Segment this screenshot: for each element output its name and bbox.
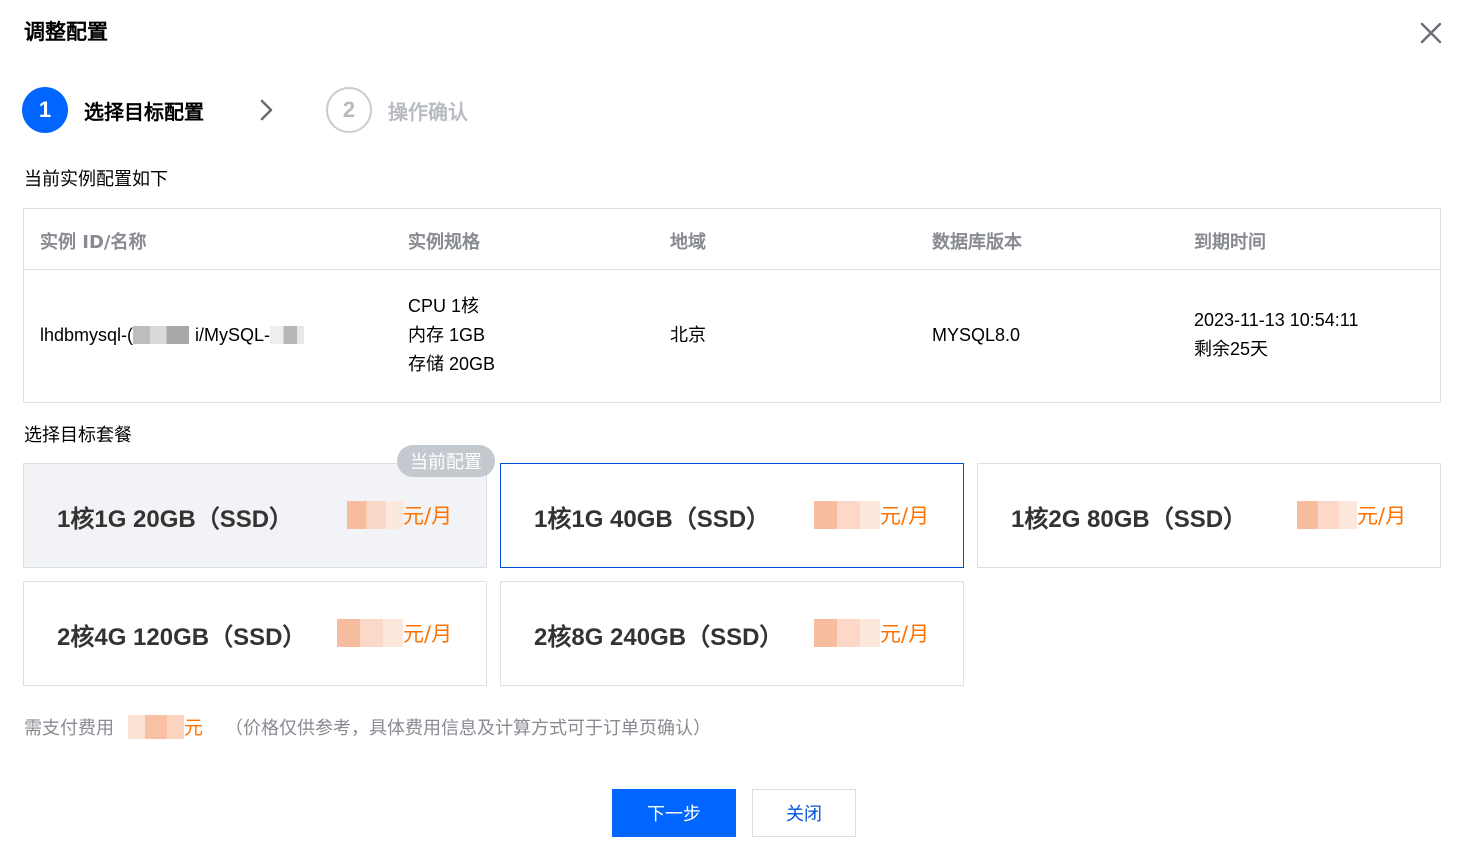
plan-name: 1核2G 80GB（SSD） xyxy=(1011,506,1248,533)
header-instance-id: 实例 ID/名称 xyxy=(40,232,147,253)
step-2-label: 操作确认 xyxy=(388,99,468,124)
instance-id: lhdbmysql-( xyxy=(40,325,134,345)
next-step-button[interactable]: 下一步 xyxy=(612,789,736,837)
redacted-price-mosaic xyxy=(337,619,403,647)
spec-memory: 内存 1GB xyxy=(408,325,486,345)
current-config-label: 当前实例配置如下 xyxy=(24,169,168,190)
target-plan-label: 选择目标套餐 xyxy=(24,425,132,446)
header-region: 地域 xyxy=(670,232,706,253)
plan-card-2c8g-240gb[interactable]: 2核8G 240GB（SSD） 元/月 xyxy=(500,581,964,686)
close-icon[interactable] xyxy=(1418,20,1444,46)
step-1-label: 选择目标配置 xyxy=(84,99,204,124)
fee-row: 需支付费用 元 （价格仅供参考，具体费用信息及计算方式可于订单页确认） xyxy=(24,713,711,740)
redacted-price-mosaic xyxy=(1297,501,1357,529)
table-header: 实例 ID/名称 实例规格 地域 数据库版本 到期时间 xyxy=(24,209,1440,270)
spec-storage: 存储 20GB xyxy=(408,354,496,374)
price-unit: 元/月 xyxy=(403,622,453,646)
plan-card-1c1g-40gb[interactable]: 1核1G 40GB（SSD） 元/月 xyxy=(500,463,964,568)
spec-cpu: CPU 1核 xyxy=(408,296,480,316)
close-button[interactable]: 关闭 xyxy=(752,789,856,837)
plan-card-2c4g-120gb[interactable]: 2核4G 120GB（SSD） 元/月 xyxy=(23,581,487,686)
instance-spec: CPU 1核 内存 1GB 存储 20GB xyxy=(408,292,495,379)
instance-region: 北京 xyxy=(670,325,706,345)
price-unit: 元/月 xyxy=(880,622,930,646)
plan-price: 元/月 xyxy=(814,500,929,530)
chevron-right-icon xyxy=(260,99,273,121)
expire-time: 2023-11-13 10:54:11 xyxy=(1194,310,1359,330)
plan-name: 2核4G 120GB（SSD） xyxy=(57,624,307,651)
plan-name: 1核1G 20GB（SSD） xyxy=(57,506,294,533)
plan-card-1c2g-80gb[interactable]: 1核2G 80GB（SSD） 元/月 xyxy=(977,463,1441,568)
redacted-fee-mosaic xyxy=(128,714,184,739)
plan-name: 2核8G 240GB（SSD） xyxy=(534,624,784,651)
redacted-price-mosaic xyxy=(814,501,880,529)
header-db-version: 数据库版本 xyxy=(932,232,1022,253)
header-expire: 到期时间 xyxy=(1194,232,1266,253)
price-unit: 元/月 xyxy=(403,504,453,528)
redacted-price-mosaic xyxy=(814,619,880,647)
instance-db-version: MYSQL8.0 xyxy=(932,325,1021,345)
dialog-title: 调整配置 xyxy=(24,20,108,44)
fee-unit: 元 xyxy=(184,717,204,739)
instance-table: 实例 ID/名称 实例规格 地域 数据库版本 到期时间 lhdbmysql-( i… xyxy=(23,208,1441,403)
plan-price: 元/月 xyxy=(1297,500,1406,530)
stepper: 1 选择目标配置 2 操作确认 xyxy=(22,87,468,133)
price-unit: 元/月 xyxy=(880,504,930,528)
plan-price: 元/月 xyxy=(347,500,452,530)
fee-label: 需支付费用 xyxy=(24,717,114,739)
instance-name: i/MySQL- xyxy=(195,325,271,345)
header-spec: 实例规格 xyxy=(408,232,480,253)
plan-name: 1核1G 40GB（SSD） xyxy=(534,506,771,533)
redacted-mosaic xyxy=(270,326,305,344)
current-config-badge: 当前配置 xyxy=(397,445,495,477)
instance-id-name: lhdbmysql-( i/MySQL- xyxy=(40,321,305,350)
step-1-number: 1 xyxy=(22,87,68,133)
fee-note: （价格仅供参考，具体费用信息及计算方式可于订单页确认） xyxy=(225,717,712,739)
redacted-mosaic xyxy=(133,326,190,344)
plan-price: 元/月 xyxy=(337,618,452,648)
redacted-price-mosaic xyxy=(347,501,403,529)
price-unit: 元/月 xyxy=(1357,504,1407,528)
step-2-number: 2 xyxy=(326,87,372,133)
plan-card-1c1g-20gb[interactable]: 1核1G 20GB（SSD） 元/月 xyxy=(23,463,487,568)
table-row: lhdbmysql-( i/MySQL- CPU 1核 内存 1GB 存储 20G… xyxy=(24,270,1440,402)
instance-expire: 2023-11-13 10:54:11 剩余25天 xyxy=(1194,306,1358,364)
plan-price: 元/月 xyxy=(814,618,929,648)
remaining-days: 剩余25天 xyxy=(1194,339,1269,359)
